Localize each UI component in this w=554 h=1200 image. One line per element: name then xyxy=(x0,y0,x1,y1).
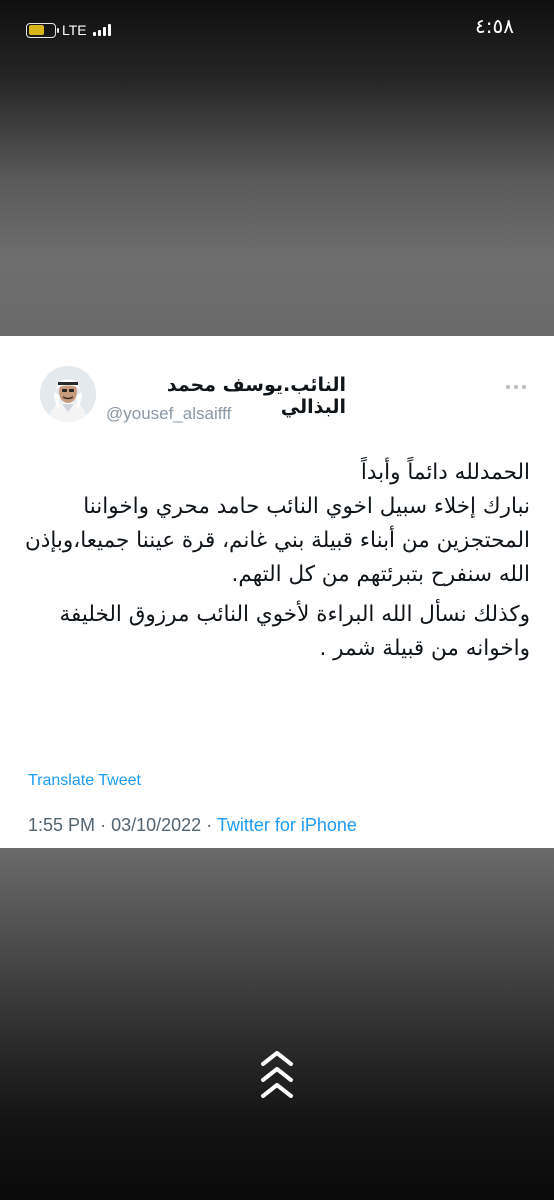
tweet-paragraph: وكذلك نسأل الله البراءة لأخوي النائب مرز… xyxy=(59,602,530,661)
tweet-time: 1:55 PM xyxy=(28,815,96,835)
meta-separator: · xyxy=(206,815,213,835)
author-handle[interactable]: @yousef_alsaifff xyxy=(106,404,231,424)
meta-separator: · xyxy=(100,815,107,835)
tweet-paragraph: الحمدلله دائماً وأبداً نبارك إخلاء سبيل … xyxy=(25,460,530,587)
tweet-source-link[interactable]: Twitter for iPhone xyxy=(217,815,357,835)
status-bar: LTE ٤:٥٨ xyxy=(0,0,554,60)
tweet-text: الحمدلله دائماً وأبداً نبارك إخلاء سبيل … xyxy=(24,456,530,672)
avatar[interactable] xyxy=(40,366,96,422)
person-avatar-icon xyxy=(40,366,96,422)
signal-icon xyxy=(92,24,111,36)
tweet-meta: 1:55 PM · 03/10/2022 · Twitter for iPhon… xyxy=(28,815,357,836)
more-options-icon[interactable] xyxy=(506,384,526,390)
tweet-date: 03/10/2022 xyxy=(111,815,202,835)
translate-tweet-link[interactable]: Translate Tweet xyxy=(28,772,141,790)
swipe-up-icon[interactable] xyxy=(252,1046,302,1126)
battery-icon xyxy=(26,22,59,38)
status-time: ٤:٥٨ xyxy=(475,14,514,38)
status-indicators: LTE xyxy=(26,22,111,38)
network-type: LTE xyxy=(62,22,87,38)
